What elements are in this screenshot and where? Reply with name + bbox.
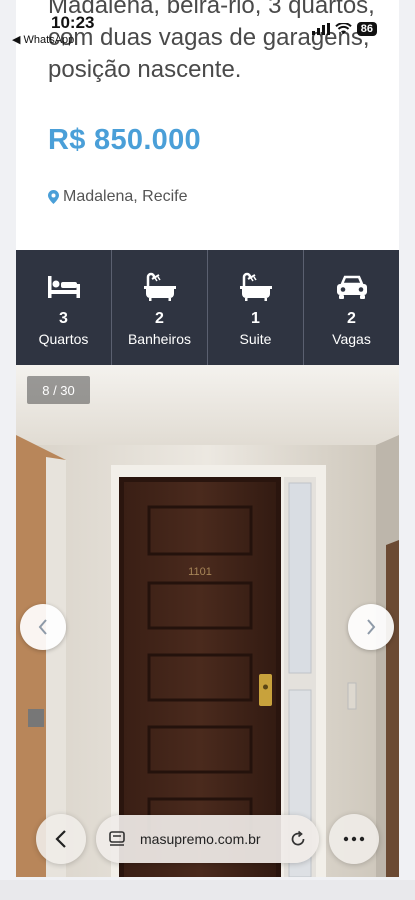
signal-icon bbox=[311, 23, 330, 35]
feature-parking: 2 Vagas bbox=[304, 250, 399, 365]
feature-suites: 1 Suite bbox=[208, 250, 304, 365]
back-to-app-link[interactable]: ◀ WhatsApp bbox=[12, 33, 74, 46]
feature-label: Banheiros bbox=[127, 331, 192, 347]
feature-bedrooms: 3 Quartos bbox=[16, 250, 112, 365]
feature-label: Vagas bbox=[332, 331, 371, 347]
ellipsis-icon bbox=[343, 836, 365, 842]
status-time: 10:23 bbox=[51, 13, 95, 32]
feature-value: 3 bbox=[59, 310, 68, 327]
door-number: 1101 bbox=[188, 566, 212, 578]
gallery-thumbnails bbox=[0, 880, 415, 900]
listing-location: Madalena, Recife bbox=[48, 188, 188, 206]
gallery-counter: 8 / 30 bbox=[27, 376, 90, 404]
bathtub-icon bbox=[239, 272, 272, 301]
car-icon bbox=[336, 275, 367, 299]
status-bar: 10:23 ◀ WhatsApp 86 bbox=[0, 0, 415, 48]
location-text: Madalena, Recife bbox=[63, 188, 188, 205]
bathtub-icon bbox=[143, 272, 176, 301]
feature-label: Suite bbox=[239, 331, 272, 347]
feature-value: 1 bbox=[251, 310, 260, 327]
feature-value: 2 bbox=[155, 310, 164, 327]
feature-bathrooms: 2 Banheiros bbox=[112, 250, 208, 365]
gallery-prev-button[interactable] bbox=[20, 604, 66, 650]
feature-value: 2 bbox=[347, 310, 356, 327]
chevron-right-icon bbox=[367, 619, 376, 635]
wifi-icon bbox=[335, 23, 352, 34]
url-text: masupremo.com.br bbox=[140, 831, 261, 847]
door-photo: 1101 bbox=[16, 365, 399, 877]
chevron-left-icon bbox=[55, 830, 66, 848]
gallery-photo[interactable]: 1101 bbox=[16, 365, 399, 877]
browser-back-button[interactable] bbox=[36, 814, 86, 864]
address-bar[interactable]: masupremo.com.br bbox=[96, 815, 319, 863]
gallery-next-button[interactable] bbox=[348, 604, 394, 650]
battery-indicator: 86 bbox=[356, 22, 377, 36]
reader-icon bbox=[109, 831, 125, 846]
status-icons: 86 bbox=[311, 22, 377, 36]
features-bar: 3 Quartos 2 Banheiros 1 Suite 2 Vagas bbox=[16, 250, 399, 365]
more-options-button[interactable] bbox=[329, 814, 379, 864]
feature-label: Quartos bbox=[38, 331, 89, 347]
chevron-left-icon bbox=[38, 619, 47, 635]
listing-price: R$ 850.000 bbox=[48, 124, 201, 156]
bed-icon bbox=[47, 276, 80, 298]
reload-icon[interactable] bbox=[289, 830, 307, 848]
map-pin-icon bbox=[48, 190, 59, 204]
